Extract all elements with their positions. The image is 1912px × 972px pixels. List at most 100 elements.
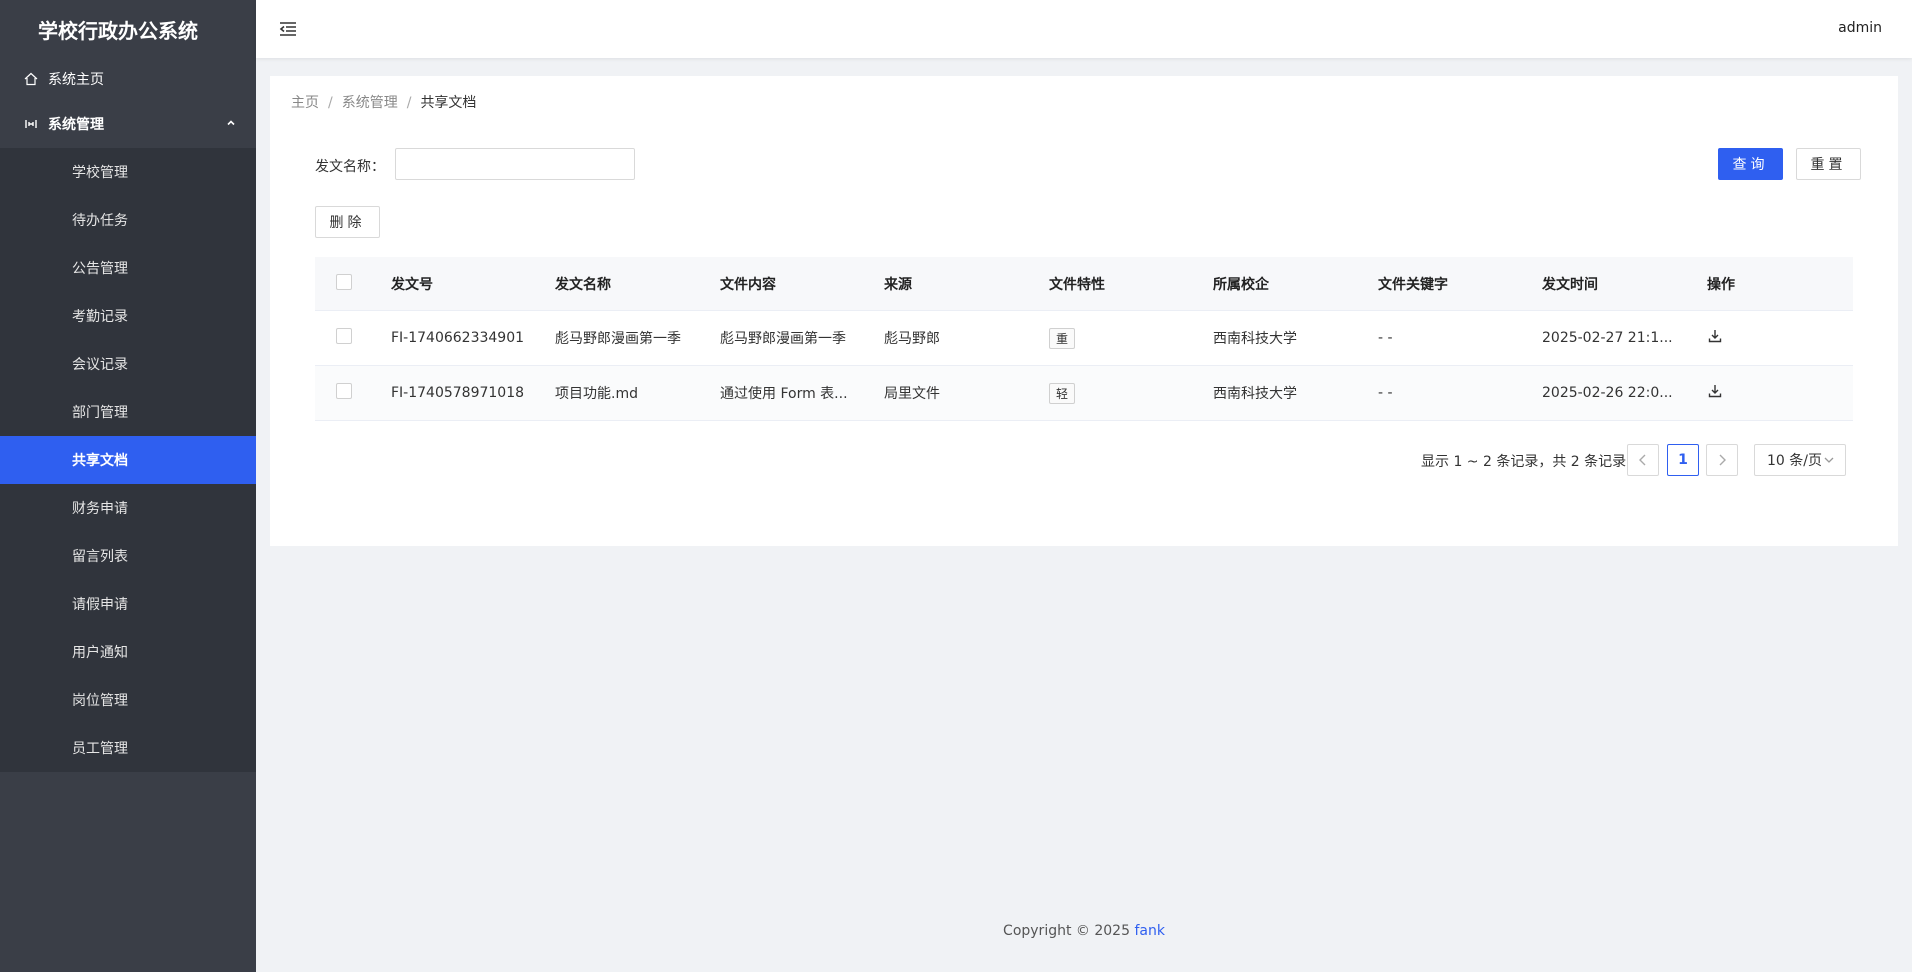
sidebar: 学校行政办公系统 系统主页 系统管理 学校管理 待办任务 公告管理 考勤记录 会…: [0, 0, 256, 972]
reset-button[interactable]: 重置: [1796, 148, 1861, 180]
doc-content: 通过使用 Form 表...: [720, 386, 848, 402]
home-icon: [24, 71, 40, 87]
table-row: FI-1740578971018 项目功能.md 通过使用 Form 表... …: [315, 366, 1853, 421]
settings-icon: [24, 116, 40, 132]
prev-page-button[interactable]: [1627, 444, 1659, 476]
author-link[interactable]: fank: [1134, 923, 1165, 939]
column-header: 文件关键字: [1378, 276, 1448, 293]
actions-cell: [1707, 383, 1849, 403]
feature-tag: 重: [1049, 327, 1076, 349]
query-button[interactable]: 查询: [1718, 148, 1783, 180]
sidebar-item-todo[interactable]: 待办任务: [0, 196, 256, 244]
row-checkbox[interactable]: [336, 328, 352, 344]
sidebar-item-messages[interactable]: 留言列表: [0, 532, 256, 580]
sidebar-item-label: 请假申请: [72, 597, 128, 613]
doc-school: 西南科技大学: [1213, 331, 1297, 347]
docs-table: 发文号 发文名称 文件内容 来源 文件特性 所属校企 文件关键字 发文时间 操作…: [315, 257, 1853, 421]
feature-tag: 轻: [1049, 382, 1076, 404]
sidebar-item-label: 待办任务: [72, 213, 128, 229]
doc-name-input[interactable]: [395, 148, 635, 180]
sidebar-item-school[interactable]: 学校管理: [0, 148, 256, 196]
column-header: 发文时间: [1542, 276, 1598, 293]
select-all-cell: [315, 273, 391, 294]
row-select-cell: [315, 328, 391, 348]
sidebar-item-label: 财务申请: [72, 501, 128, 517]
pagination-summary: 显示 1 ~ 2 条记录，共 2 条记录: [1421, 454, 1627, 470]
delete-button[interactable]: 删除: [315, 206, 380, 238]
chevron-right-icon: [1719, 454, 1726, 466]
page-size-select[interactable]: 10 条/页: [1754, 444, 1846, 476]
page-size-value: 10 条/页: [1767, 453, 1822, 469]
sidebar-item-leave[interactable]: 请假申请: [0, 580, 256, 628]
doc-school: 西南科技大学: [1213, 386, 1297, 402]
sidebar-item-meeting[interactable]: 会议记录: [0, 340, 256, 388]
sidebar-item-shared-docs[interactable]: 共享文档: [0, 436, 256, 484]
column-header: 发文号: [391, 276, 433, 293]
menu-fold-icon[interactable]: [278, 19, 298, 39]
sidebar-item-label: 考勤记录: [72, 309, 128, 325]
doc-keywords: - -: [1378, 330, 1393, 346]
breadcrumb-home[interactable]: 主页: [291, 95, 319, 111]
chevron-down-icon: [1823, 454, 1835, 470]
copyright-text: Copyright © 2025: [1003, 923, 1130, 939]
column-header: 文件内容: [720, 276, 776, 293]
breadcrumb-separator: /: [406, 95, 412, 111]
sidebar-item-label: 学校管理: [72, 165, 128, 181]
sidebar-item-department[interactable]: 部门管理: [0, 388, 256, 436]
feature-cell: 轻: [1049, 382, 1213, 404]
footer: Copyright © 2025 fank: [256, 923, 1912, 939]
table-header: 发文号 发文名称 文件内容 来源 文件特性 所属校企 文件关键字 发文时间 操作: [315, 257, 1853, 311]
doc-content: 彪马野郎漫画第一季: [720, 331, 846, 347]
search-label: 发文名称：: [315, 159, 385, 175]
column-header: 发文名称: [555, 276, 611, 293]
sidebar-group-system[interactable]: 系统管理: [0, 100, 256, 148]
table-row: FI-1740662334901 彪马野郎漫画第一季 彪马野郎漫画第一季 彪马野…: [315, 311, 1853, 366]
actions-cell: [1707, 328, 1849, 348]
sidebar-item-label: 系统主页: [48, 72, 104, 88]
download-icon[interactable]: [1707, 383, 1723, 399]
doc-source: 局里文件: [884, 386, 940, 402]
sidebar-item-label: 用户通知: [72, 645, 128, 661]
row-checkbox[interactable]: [336, 383, 352, 399]
sidebar-item-label: 公告管理: [72, 261, 128, 277]
sidebar-item-positions[interactable]: 岗位管理: [0, 676, 256, 724]
doc-number: FI-1740662334901: [391, 330, 525, 346]
select-all-checkbox[interactable]: [336, 273, 352, 290]
doc-number: FI-1740578971018: [391, 385, 525, 401]
breadcrumb-section[interactable]: 系统管理: [342, 95, 398, 111]
user-menu[interactable]: admin: [1838, 20, 1882, 36]
sidebar-item-user-notify[interactable]: 用户通知: [0, 628, 256, 676]
content-card: 主页 / 系统管理 / 共享文档 发文名称： 查询 重置 删除 发文号 发文名称 文件内…: [270, 76, 1898, 546]
feature-cell: 重: [1049, 327, 1213, 349]
doc-source: 彪马野郎: [884, 331, 940, 347]
sidebar-item-label: 员工管理: [72, 741, 128, 757]
sidebar-item-label: 会议记录: [72, 357, 128, 373]
column-header: 操作: [1707, 276, 1735, 293]
breadcrumb-separator: /: [328, 95, 333, 111]
sidebar-item-finance[interactable]: 财务申请: [0, 484, 256, 532]
download-icon[interactable]: [1707, 328, 1723, 344]
app-title: 学校行政办公系统: [38, 18, 198, 43]
breadcrumb-current: 共享文档: [420, 95, 477, 111]
sidebar-item-label: 共享文档: [72, 453, 128, 469]
doc-keywords: - -: [1378, 385, 1393, 401]
sidebar-item-attendance[interactable]: 考勤记录: [0, 292, 256, 340]
page-number-button[interactable]: 1: [1667, 444, 1699, 476]
doc-name: 项目功能.md: [555, 386, 638, 402]
sidebar-item-notice[interactable]: 公告管理: [0, 244, 256, 292]
column-header: 文件特性: [1049, 276, 1105, 293]
next-page-button[interactable]: [1706, 444, 1738, 476]
breadcrumb: 主页 / 系统管理 / 共享文档: [291, 92, 476, 112]
chevron-left-icon: [1639, 454, 1646, 466]
sidebar-group-label: 系统管理: [48, 117, 104, 133]
column-header: 所属校企: [1213, 276, 1269, 293]
top-header: admin: [256, 0, 1912, 58]
sidebar-item-home[interactable]: 系统主页: [0, 58, 256, 100]
sidebar-item-label: 部门管理: [72, 405, 128, 421]
chevron-up-icon: [226, 116, 236, 132]
sidebar-item-employees[interactable]: 员工管理: [0, 724, 256, 772]
doc-time: 2025-02-27 21:1...: [1542, 330, 1673, 346]
sidebar-item-label: 岗位管理: [72, 693, 128, 709]
sidebar-item-label: 留言列表: [72, 549, 128, 565]
sidebar-submenu: 学校管理 待办任务 公告管理 考勤记录 会议记录 部门管理 共享文档 财务申请 …: [0, 148, 256, 772]
